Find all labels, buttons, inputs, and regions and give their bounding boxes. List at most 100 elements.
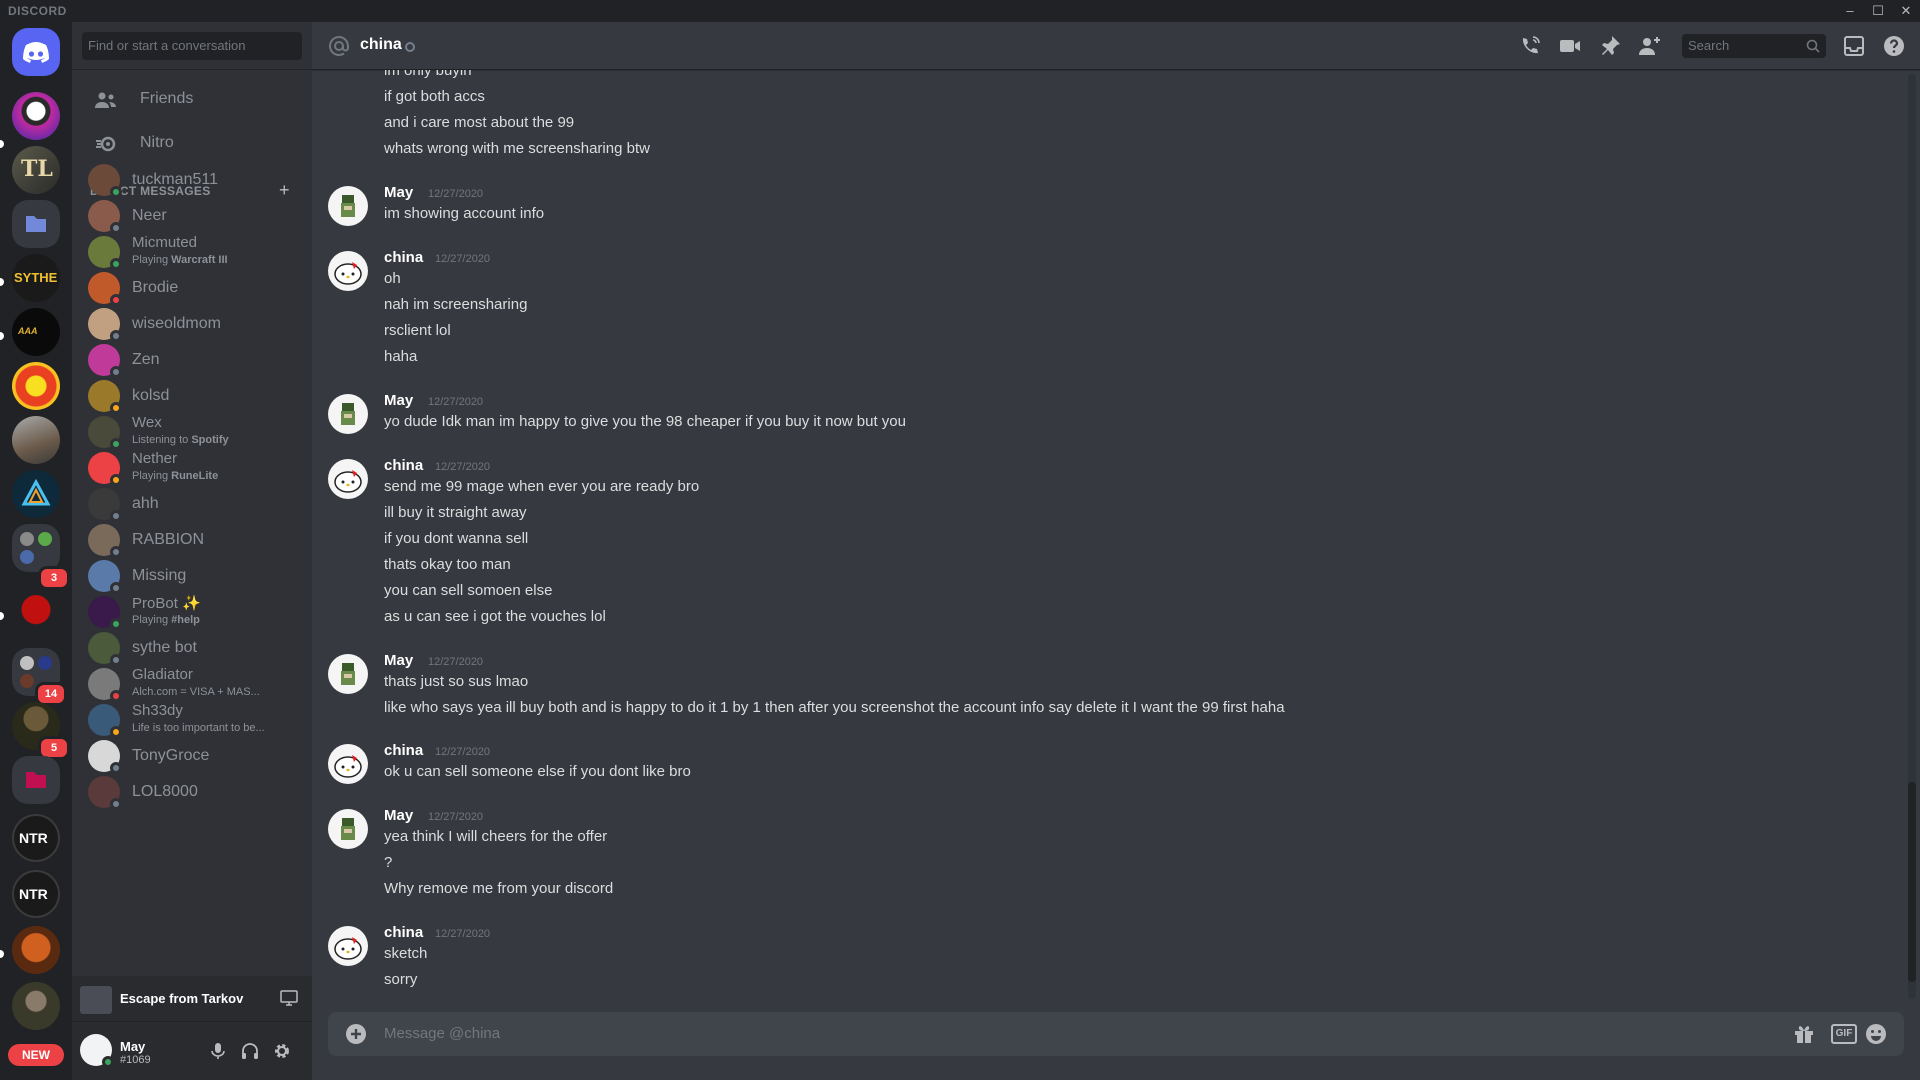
message-author[interactable]: china [384,457,423,474]
message-text: ill buy it straight away [384,504,527,521]
hello-kitty-avatar[interactable] [328,744,368,784]
help-icon[interactable] [1882,34,1906,58]
server-folder-4[interactable] [12,756,60,804]
message-author[interactable]: May [384,184,413,201]
folder-icon [26,216,46,232]
unread-pill [0,332,4,340]
search-input[interactable]: Search [1682,34,1826,58]
mention-badge: 3 [38,566,70,590]
add-friend-to-dm-icon[interactable] [1638,34,1662,58]
unread-pill [0,140,4,148]
upload-plus-icon[interactable] [344,1022,368,1046]
message-input-placeholder[interactable]: Message @china [384,1025,500,1042]
inbox-icon[interactable] [1842,34,1866,58]
emoji-icon[interactable] [1864,1022,1888,1046]
minimize-button[interactable]: – [1836,0,1864,22]
recipient-status-indicator [405,42,415,52]
nitro-icon [96,136,116,152]
user-avatar[interactable] [328,809,368,849]
close-window-button[interactable]: ✕ [1892,0,1920,22]
activity-name: Spotify [191,434,229,446]
gif-button[interactable]: GIF [1831,1024,1857,1044]
hello-kitty-avatar[interactable] [328,926,368,966]
server-icon-bear[interactable] [12,926,60,974]
nitro-nav-item[interactable]: Nitro [80,122,304,164]
user-tag: #1069 [120,1054,151,1066]
message-text: send me 99 mage when ever you are ready … [384,478,700,495]
server-rail: TL SYTHE AAA 3 14 5 NTR NTR NEW [0,22,72,1080]
microphone-icon[interactable] [208,1041,228,1061]
search-placeholder: Search [1688,38,1730,53]
message-timestamp: 12/27/2020 [435,746,491,758]
message-text: if you dont wanna sell [384,530,529,547]
message-timestamp: 12/27/2020 [435,253,491,265]
server-icon-tl[interactable]: TL [12,146,60,194]
server-icon-red[interactable] [12,588,60,636]
home-button[interactable] [12,28,60,76]
message-list: im only buyin if got both accs and i care … [312,70,1920,1005]
server-icon-ntr[interactable]: NTR [12,814,60,862]
dm-item[interactable]: LOL8000 [80,771,304,813]
message-text: sketch [384,945,428,962]
message-author[interactable]: china [384,924,423,941]
user-avatar[interactable] [328,186,368,226]
headphones-icon[interactable] [240,1041,260,1061]
server-icon-skull[interactable] [12,92,60,140]
message-author[interactable]: May [384,392,413,409]
dm-name: tuckman511 [132,171,218,188]
activity-name: Alch.com = VISA + MAS... [132,686,260,698]
server-icon-black[interactable]: AAA [12,308,60,356]
activity-prefix: Playing [132,470,172,482]
game-thumbnail [80,986,112,1014]
title-bar: DISCORD – ☐ ✕ [0,0,1920,22]
message-text: nah im screensharing [384,296,528,313]
scrollbar-thumb[interactable] [1908,782,1916,982]
user-avatar[interactable] [328,654,368,694]
message-author[interactable]: china [384,742,423,759]
go-live-icon[interactable] [280,990,298,1006]
server-folder-2[interactable] [12,524,60,572]
message-timestamp: 12/27/2020 [435,461,491,473]
user-status-indicator [102,1056,114,1068]
message-text: if got both accs [384,88,485,105]
status-indicator [110,798,122,810]
message-author[interactable]: May [384,652,413,669]
message-text: Why remove me from your discord [384,880,614,897]
unread-pill [0,950,4,958]
server-icon-yellow[interactable] [12,362,60,410]
voice-call-icon[interactable] [1518,34,1542,58]
server-icon-photo[interactable] [12,416,60,464]
hello-kitty-avatar[interactable] [328,459,368,499]
server-folder[interactable] [12,200,60,248]
maximize-button[interactable]: ☐ [1864,0,1892,22]
message-composer[interactable]: Message @china GIF [328,1012,1904,1056]
message-author[interactable]: china [384,249,423,266]
friends-nav-item[interactable]: Friends [80,78,304,120]
user-avatar[interactable] [328,394,368,434]
at-sign-icon [329,36,349,56]
user-name: May [120,1039,146,1054]
message-text: haha [384,348,418,365]
pin-icon[interactable] [1598,34,1622,58]
dm-name: Nether [132,450,178,467]
video-call-icon[interactable] [1558,34,1582,58]
message-text: whats wrong with me screensharing btw [384,140,650,157]
unread-pill [0,278,4,286]
message-text: ? [384,854,393,871]
gift-icon[interactable] [1792,1022,1816,1046]
dm-name: Wex [132,414,162,431]
chat-header: china Search [312,22,1920,70]
server-icon-sythe[interactable]: SYTHE [12,254,60,302]
dm-name: ahh [132,495,159,512]
settings-gear-icon[interactable] [272,1041,292,1061]
hello-kitty-avatar[interactable] [328,251,368,291]
find-conversation-input[interactable]: Find or start a conversation [82,32,302,60]
new-badge[interactable]: NEW [8,1044,64,1066]
server-icon-ntr-2[interactable]: NTR [12,870,60,918]
dm-sidebar: Find or start a conversation Friends Nit… [72,22,312,1080]
server-icon-soldier[interactable] [12,982,60,1030]
server-icon-a[interactable] [12,470,60,518]
message-author[interactable]: May [384,807,413,824]
activity-panel[interactable]: Escape from Tarkov [72,976,312,1022]
unread-pill [0,612,4,620]
